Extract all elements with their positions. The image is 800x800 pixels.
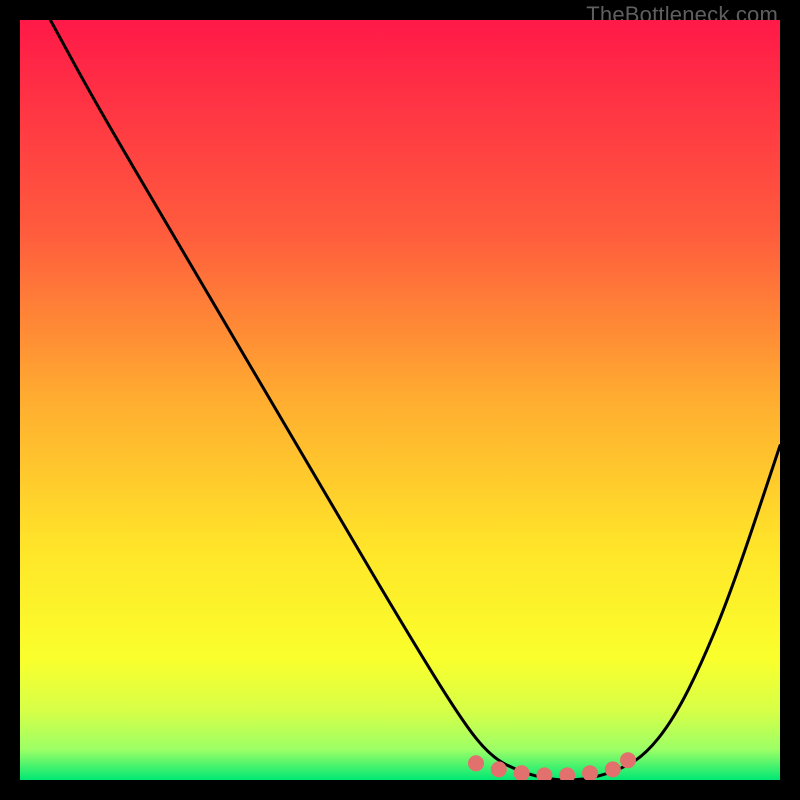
optimal-marker (469, 756, 483, 770)
optimal-marker (515, 766, 529, 780)
optimal-marker (492, 762, 506, 776)
chart-frame (20, 20, 780, 780)
optimal-marker (621, 753, 635, 767)
gradient-bg (20, 20, 780, 780)
optimal-marker (583, 766, 597, 780)
optimal-marker (537, 768, 551, 780)
bottleneck-chart (20, 20, 780, 780)
optimal-marker (560, 768, 574, 780)
optimal-marker (606, 762, 620, 776)
